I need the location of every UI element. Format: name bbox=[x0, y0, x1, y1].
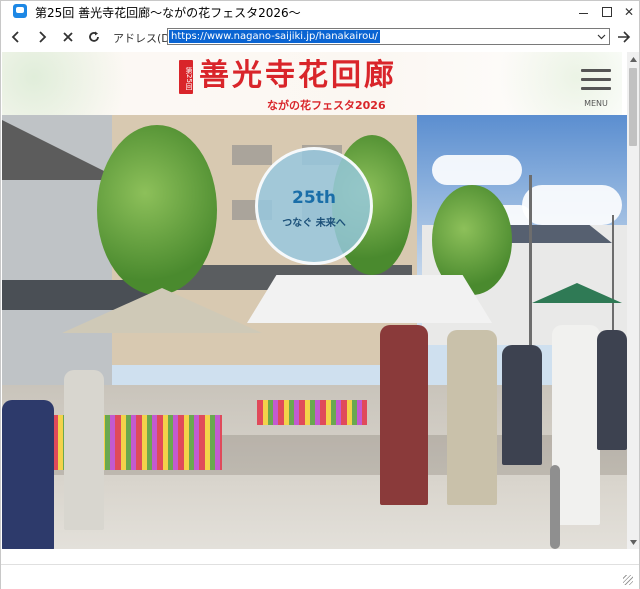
chevron-down-icon bbox=[597, 34, 605, 39]
scroll-down-button[interactable] bbox=[627, 535, 639, 549]
edition-badge: 第25回 bbox=[179, 60, 193, 94]
address-field[interactable]: https://www.nagano-saijiki.jp/hanakairou… bbox=[167, 28, 610, 45]
flower-pots bbox=[257, 400, 367, 425]
maximize-icon bbox=[602, 7, 612, 17]
address-label: アドレス(D) bbox=[113, 32, 175, 45]
title-bar: 第25回 善光寺花回廊〜ながの花フェスタ2026〜 ✕ bbox=[1, 1, 639, 23]
caret-up-icon bbox=[629, 56, 637, 62]
go-button[interactable] bbox=[615, 29, 633, 45]
person bbox=[502, 345, 542, 465]
app-icon bbox=[13, 4, 27, 18]
maximize-button[interactable] bbox=[595, 1, 619, 23]
close-icon bbox=[63, 32, 73, 42]
navigation-bar: アドレス(D) https://www.nagano-saijiki.jp/ha… bbox=[1, 23, 639, 51]
hamburger-icon bbox=[581, 69, 611, 72]
tree bbox=[97, 125, 217, 295]
page-viewport: 第25回 善光寺花回廊 ながの花フェスタ2026 MENU 25th つなぐ 未… bbox=[2, 52, 627, 549]
header-flower-decoration bbox=[2, 52, 162, 115]
resize-grip-icon[interactable] bbox=[623, 575, 633, 585]
person bbox=[597, 330, 627, 450]
hero-image: 25th つなぐ 未来へ bbox=[2, 115, 627, 549]
person bbox=[380, 325, 428, 505]
reload-button[interactable] bbox=[84, 27, 104, 47]
anniversary-number: 25th bbox=[292, 188, 336, 208]
street-lamp bbox=[529, 175, 532, 355]
minimize-icon bbox=[578, 12, 588, 14]
bollard bbox=[550, 465, 560, 549]
address-url-text[interactable]: https://www.nagano-saijiki.jp/hanakairou… bbox=[169, 30, 380, 43]
browser-window: 第25回 善光寺花回廊〜ながの花フェスタ2026〜 ✕ アドレス(D) http… bbox=[0, 0, 640, 589]
scrollbar-thumb[interactable] bbox=[629, 68, 637, 146]
arrow-right-icon bbox=[618, 31, 631, 43]
caret-down-icon bbox=[629, 539, 637, 545]
status-bar bbox=[1, 564, 639, 589]
arrow-left-icon bbox=[11, 31, 19, 43]
site-header: 第25回 善光寺花回廊 ながの花フェスタ2026 MENU bbox=[2, 52, 627, 115]
forward-button[interactable] bbox=[32, 27, 52, 47]
menu-button[interactable]: MENU bbox=[578, 69, 612, 109]
site-logo-subtitle: ながの花フェスタ2026 bbox=[267, 99, 386, 112]
person bbox=[64, 370, 104, 530]
back-button[interactable] bbox=[6, 27, 26, 47]
site-logo-title[interactable]: 善光寺花回廊 bbox=[199, 58, 397, 94]
hamburger-icon bbox=[581, 87, 611, 90]
anniversary-tagline: つなぐ 未来へ bbox=[282, 218, 346, 229]
scroll-up-button[interactable] bbox=[627, 52, 639, 66]
person bbox=[447, 330, 497, 505]
vertical-scrollbar[interactable] bbox=[627, 52, 639, 549]
stop-button[interactable] bbox=[58, 27, 78, 47]
address-dropdown-button[interactable] bbox=[596, 31, 606, 42]
window bbox=[232, 145, 272, 165]
cloud bbox=[522, 185, 622, 225]
close-button[interactable]: ✕ bbox=[617, 1, 640, 23]
window-title: 第25回 善光寺花回廊〜ながの花フェスタ2026〜 bbox=[35, 6, 301, 20]
cloud bbox=[432, 155, 522, 185]
hamburger-icon bbox=[581, 78, 611, 81]
market-tent bbox=[247, 275, 492, 323]
reload-icon bbox=[89, 31, 99, 42]
anniversary-badge: 25th つなぐ 未来へ bbox=[255, 147, 373, 265]
close-icon: ✕ bbox=[623, 5, 635, 19]
menu-label: MENU bbox=[584, 99, 608, 108]
person bbox=[2, 400, 54, 549]
arrow-right-icon bbox=[39, 31, 47, 43]
minimize-button[interactable] bbox=[571, 1, 595, 23]
